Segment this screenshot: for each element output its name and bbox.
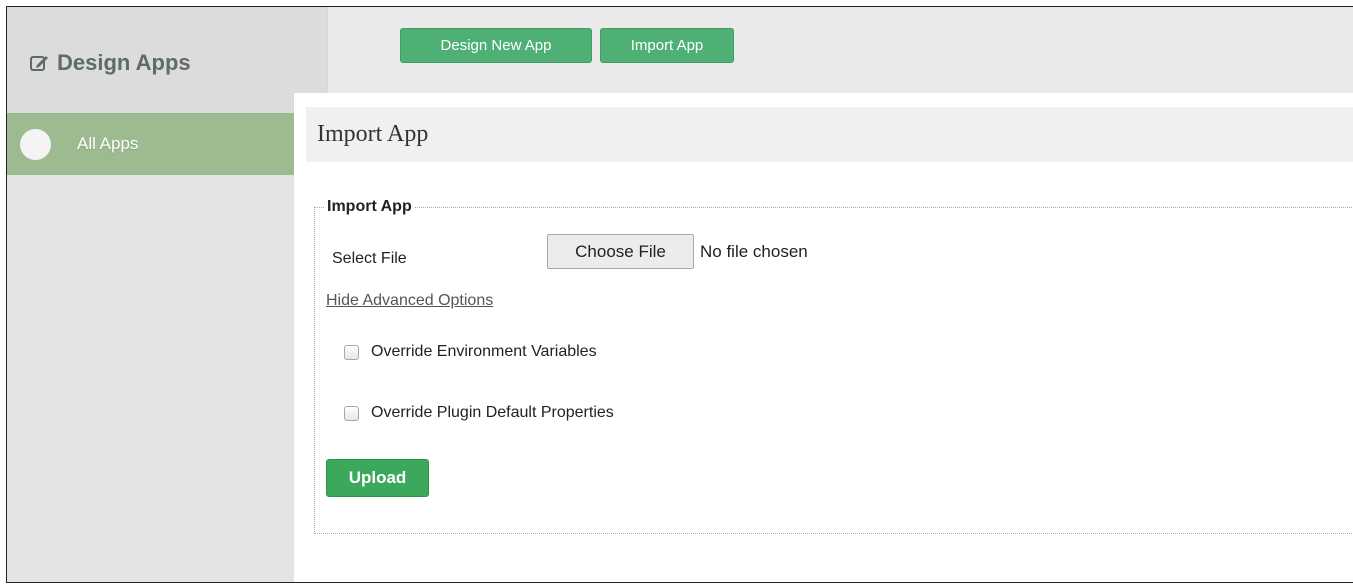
import-app-button[interactable]: Import App: [600, 28, 734, 63]
file-status-text: No file chosen: [700, 242, 808, 261]
design-new-app-button[interactable]: Design New App: [400, 28, 592, 63]
fieldset-legend: Import App: [324, 198, 415, 216]
sidebar: Design Apps All Apps: [7, 7, 328, 582]
choose-file-button[interactable]: Choose File: [547, 234, 694, 269]
sidebar-header: Design Apps: [7, 7, 327, 113]
hide-advanced-options-link[interactable]: Hide Advanced Options: [326, 292, 493, 310]
main-panel: Import App Import App Select File Choose…: [294, 93, 1353, 582]
override-plugin-props-option: Override Plugin Default Properties: [344, 404, 614, 422]
page-header: Import App: [306, 107, 1353, 162]
edit-icon: [30, 56, 48, 71]
import-app-fieldset: Import App Select File Choose File No fi…: [314, 198, 1353, 534]
app-window: Design Apps All Apps Design New App Impo…: [6, 6, 1353, 583]
override-env-vars-option: Override Environment Variables: [344, 343, 597, 361]
sidebar-title-text: Design Apps: [57, 50, 191, 75]
sidebar-item-label: All Apps: [77, 134, 139, 153]
override-env-vars-label: Override Environment Variables: [371, 343, 597, 360]
override-plugin-props-checkbox[interactable]: [344, 405, 359, 421]
select-file-label: Select File: [332, 250, 407, 267]
page-title: Import App: [317, 121, 429, 147]
circle-icon: [20, 128, 51, 160]
sidebar-item-all-apps[interactable]: All Apps: [7, 113, 327, 175]
upload-button[interactable]: Upload: [326, 459, 429, 497]
override-env-vars-checkbox[interactable]: [344, 344, 359, 360]
sidebar-title: Design Apps: [29, 49, 191, 77]
override-plugin-props-label: Override Plugin Default Properties: [371, 404, 614, 421]
